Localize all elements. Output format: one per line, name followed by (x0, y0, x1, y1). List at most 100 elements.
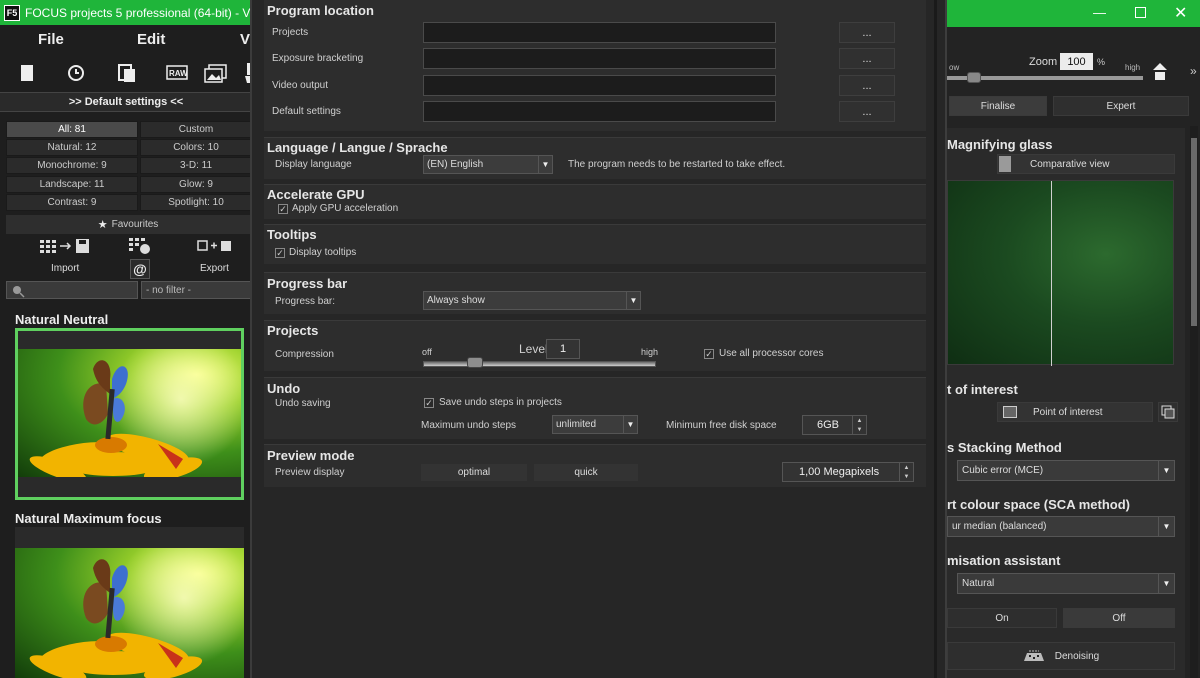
left-title-bar: F5 FOCUS projects 5 professional (64-bit… (0, 0, 251, 25)
import-label[interactable]: Import (51, 263, 79, 274)
home-icon[interactable] (1152, 62, 1168, 85)
save-undo-checkbox[interactable]: ✓ (424, 398, 434, 408)
database-icon[interactable] (129, 237, 151, 258)
maximize-icon[interactable] (1135, 7, 1146, 18)
menu-file[interactable]: File (38, 31, 64, 48)
default-settings-path-input[interactable] (423, 101, 776, 122)
category-glow[interactable]: Glow: 9 (140, 176, 250, 193)
filter-select[interactable]: - no filter - (141, 281, 250, 299)
category-natural[interactable]: Natural: 12 (6, 139, 138, 156)
level-value[interactable]: 1 (546, 339, 580, 359)
category-3d[interactable]: 3-D: 11 (140, 157, 250, 174)
min-disk-label: Minimum free disk space (666, 420, 777, 431)
category-custom[interactable]: Custom (140, 121, 250, 138)
projects-path-input[interactable] (423, 22, 776, 43)
display-language-value: (EN) English (427, 159, 484, 170)
processor-cores-label: Use all processor cores (719, 348, 824, 359)
new-file-icon[interactable] (16, 62, 38, 84)
category-colors[interactable]: Colors: 10 (140, 139, 250, 156)
minimize-icon[interactable]: — (1093, 5, 1106, 20)
category-all[interactable]: All: 81 (6, 121, 138, 138)
zoom-slider-handle[interactable] (967, 72, 981, 83)
bracketing-browse-button[interactable]: ... (839, 48, 895, 69)
colour-space-select[interactable]: ur median (balanced) ▼ (947, 516, 1175, 537)
copy-icon[interactable] (1158, 402, 1178, 422)
progress-section: Progress bar Progress bar: Always show ▼ (264, 272, 926, 314)
megapixels-spinbox[interactable]: 1,00 Megapixels ▲ ▼ (782, 462, 914, 482)
language-section: Language / Langue / Sprache Display lang… (264, 137, 926, 179)
finalise-tab[interactable]: Finalise (949, 96, 1047, 116)
compression-slider[interactable] (423, 361, 656, 367)
gpu-checkbox[interactable]: ✓ (278, 204, 288, 214)
tools-panel: — ✕ ow Zoom 100 % high » Finalise Expert… (945, 0, 1200, 678)
export-icon[interactable] (197, 239, 233, 256)
menu-edit[interactable]: Edit (137, 31, 165, 48)
max-undo-select[interactable]: unlimited ▼ (552, 415, 638, 434)
preset-title-1: Natural Neutral (15, 312, 109, 327)
optimisation-off-button[interactable]: Off (1063, 608, 1175, 628)
import-icon[interactable] (40, 238, 92, 257)
scrollbar-track[interactable] (1190, 126, 1198, 678)
spin-arrows-icon[interactable]: ▲ ▼ (852, 416, 866, 434)
projects-browse-button[interactable]: ... (839, 22, 895, 43)
filter-search-input[interactable] (6, 281, 138, 299)
email-button[interactable]: @ (130, 259, 150, 279)
preview-section: Preview mode Preview display optimal qui… (264, 444, 926, 487)
window-title: FOCUS projects 5 professional (64-bit) -… (25, 5, 251, 20)
preset-thumbnail-1[interactable] (15, 328, 244, 500)
stacking-method-select[interactable]: Cubic error (MCE) ▼ (957, 460, 1175, 481)
processor-cores-checkbox[interactable]: ✓ (704, 349, 714, 359)
point-of-interest-label: Point of interest (1033, 406, 1103, 418)
category-spotlight[interactable]: Spotlight: 10 (140, 194, 250, 211)
undo-section: Undo Undo saving ✓ Save undo steps in pr… (264, 377, 926, 439)
category-landscape[interactable]: Landscape: 11 (6, 176, 138, 193)
spin-arrows-icon[interactable]: ▲ ▼ (899, 463, 913, 481)
zoom-high-label: high (1125, 63, 1141, 72)
category-monochrome[interactable]: Monochrome: 9 (6, 157, 138, 174)
optimisation-select[interactable]: Natural ▼ (957, 573, 1175, 594)
preview-optimal-button[interactable]: optimal (421, 464, 527, 481)
min-disk-value: 6GB (817, 419, 840, 431)
expert-tab[interactable]: Expert (1053, 96, 1189, 116)
level-label: Level (519, 342, 548, 356)
bracketing-path-input[interactable] (423, 48, 776, 69)
progress-bar-select[interactable]: Always show ▼ (423, 291, 641, 310)
chevron-down-icon: ▼ (1158, 574, 1174, 593)
favourites-button[interactable]: ★ Favourites (6, 215, 250, 234)
close-icon[interactable]: ✕ (1174, 3, 1187, 23)
history-icon[interactable] (65, 62, 87, 84)
chevron-right-icon[interactable]: » (1190, 64, 1197, 78)
preset-image-2 (15, 548, 244, 678)
category-contrast[interactable]: Contrast: 9 (6, 194, 138, 211)
chevron-down-icon: ▼ (538, 156, 552, 173)
display-language-select[interactable]: (EN) English ▼ (423, 155, 553, 174)
video-output-browse-button[interactable]: ... (839, 75, 895, 96)
progress-title: Progress bar (267, 276, 348, 291)
documents-icon[interactable] (116, 62, 138, 84)
default-settings-bar[interactable]: >> Default settings << (0, 92, 250, 112)
star-icon: ★ (97, 219, 108, 231)
bracketing-path-label: Exposure bracketing (272, 53, 364, 64)
images-icon[interactable] (203, 62, 229, 84)
progress-bar-label: Progress bar: (275, 296, 336, 307)
compression-slider-handle[interactable] (467, 357, 483, 368)
comparative-view-button[interactable]: Comparative view (997, 154, 1175, 174)
min-disk-spinbox[interactable]: 6GB ▲ ▼ (802, 415, 867, 435)
default-settings-browse-button[interactable]: ... (839, 101, 895, 122)
menu-view[interactable]: V (240, 31, 250, 48)
export-label[interactable]: Export (200, 263, 229, 274)
compare-divider[interactable] (1051, 181, 1052, 366)
video-output-input[interactable] (423, 75, 776, 96)
preset-thumbnail-2[interactable] (15, 527, 244, 678)
magnifier-preview[interactable] (947, 180, 1174, 366)
preview-quick-button[interactable]: quick (534, 464, 638, 481)
denoising-button[interactable]: Denoising (947, 642, 1175, 670)
zoom-input[interactable]: 100 (1060, 53, 1093, 70)
tooltips-checkbox[interactable]: ✓ (275, 248, 285, 258)
restart-note: The program needs to be restarted to tak… (568, 159, 786, 170)
scrollbar-thumb[interactable] (1191, 138, 1197, 326)
brush-icon[interactable] (238, 62, 250, 84)
raw-icon[interactable]: RAW (165, 62, 191, 84)
optimisation-on-button[interactable]: On (947, 608, 1057, 628)
point-of-interest-button[interactable]: Point of interest (997, 402, 1153, 422)
